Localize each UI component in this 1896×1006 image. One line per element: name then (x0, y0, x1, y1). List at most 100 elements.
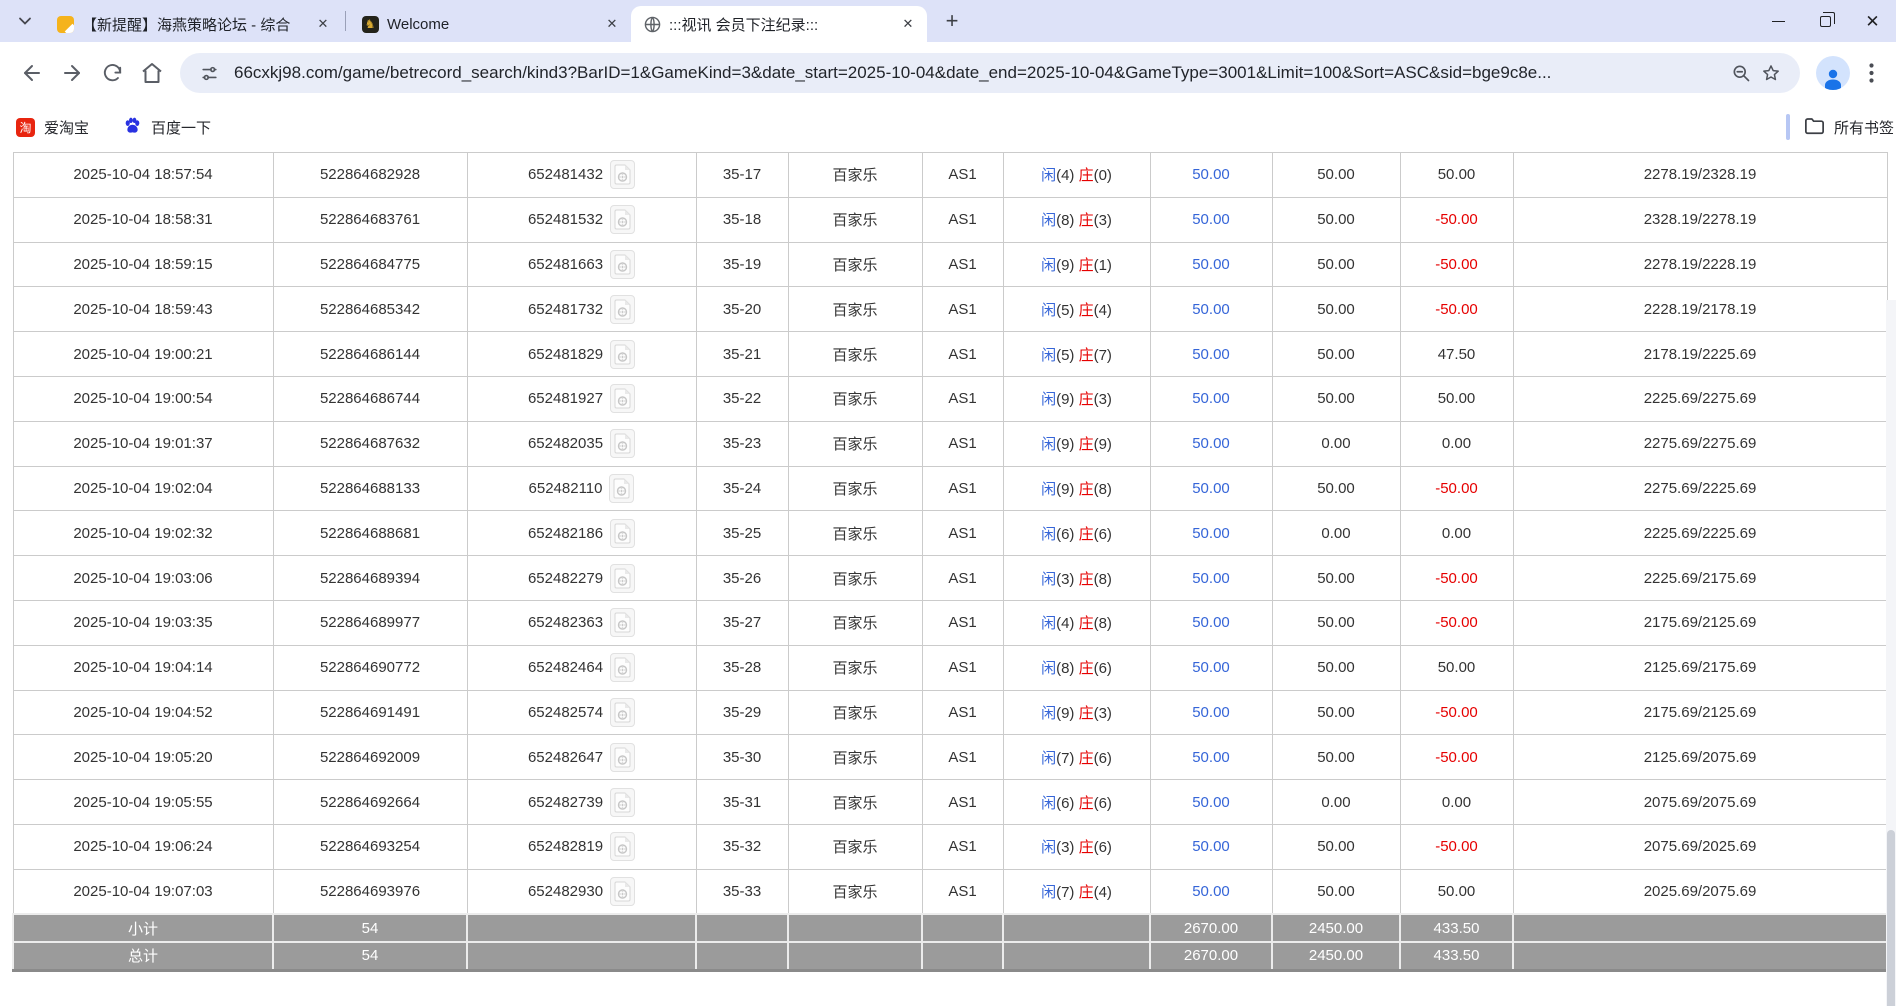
video-replay-icon[interactable] (610, 429, 635, 458)
cell-bet-amount[interactable]: 50.00 (1150, 466, 1272, 511)
bookmark-baidu[interactable]: 百度一下 (123, 116, 211, 139)
cell-bet-amount[interactable]: 50.00 (1150, 600, 1272, 645)
url-text[interactable]: 66cxkj98.com/game/betrecord_search/kind3… (234, 63, 1716, 83)
cell-bet-amount[interactable]: 50.00 (1150, 197, 1272, 242)
new-tab-plus-icon[interactable]: + (937, 6, 967, 36)
cell-bet-amount[interactable]: 50.00 (1150, 332, 1272, 377)
cell-bet-amount[interactable]: 50.00 (1150, 645, 1272, 690)
zoom-out-icon[interactable] (1726, 58, 1756, 88)
video-replay-icon[interactable] (610, 340, 635, 369)
cell-table-round: 35-29 (696, 690, 788, 735)
video-replay-icon[interactable] (610, 384, 635, 413)
cell-bet-time: 2025-10-04 18:58:31 (13, 197, 273, 242)
all-bookmarks[interactable]: 所有书签 (1786, 104, 1894, 150)
bookmark-taobao[interactable]: 淘 爱淘宝 (16, 117, 89, 138)
video-replay-icon[interactable] (610, 608, 635, 637)
tab-welcome[interactable]: ♞ Welcome ✕ (349, 6, 631, 42)
cell-bet-amount[interactable]: 50.00 (1150, 690, 1272, 735)
cell-bet-amount[interactable]: 50.00 (1150, 780, 1272, 825)
scrollbar-thumb[interactable] (1887, 830, 1895, 1006)
tab-forum[interactable]: 【新提醒】海燕策略论坛 - 综合 ✕ (44, 6, 342, 42)
cell-account: AS1 (922, 153, 1003, 198)
video-replay-icon[interactable] (609, 474, 634, 503)
video-replay-icon[interactable] (610, 653, 635, 682)
cell-game-type: 百家乐 (788, 690, 922, 735)
cell-valid-amount: 50.00 (1272, 197, 1400, 242)
video-replay-icon[interactable] (610, 160, 635, 189)
video-replay-icon[interactable] (610, 788, 635, 817)
cell-win-loss: -50.00 (1400, 287, 1513, 332)
window-controls: ✕ (1755, 0, 1896, 42)
cell-round-id: 652482035 (467, 421, 696, 466)
cell-bet-amount[interactable]: 50.00 (1150, 242, 1272, 287)
cell-bet-detail: 闲(6) 庄(6) (1003, 511, 1150, 556)
video-replay-icon[interactable] (610, 295, 635, 324)
maximize-restore-icon[interactable] (1802, 0, 1849, 42)
video-replay-icon[interactable] (610, 877, 635, 906)
cell-win-loss: -50.00 (1400, 824, 1513, 869)
table-row: 2025-10-04 19:00:54522864686744652481927… (13, 376, 1887, 421)
cell-bet-amount[interactable]: 50.00 (1150, 824, 1272, 869)
window-close-icon[interactable]: ✕ (1849, 0, 1896, 42)
video-replay-icon[interactable] (610, 519, 635, 548)
video-replay-icon[interactable] (610, 564, 635, 593)
cell-bet-amount[interactable]: 50.00 (1150, 869, 1272, 914)
cell-valid-amount: 50.00 (1272, 376, 1400, 421)
site-info-tune-icon[interactable] (194, 58, 224, 88)
menu-dots-icon[interactable] (1858, 56, 1884, 90)
cell-bet-detail: 闲(5) 庄(7) (1003, 332, 1150, 377)
cell-table-round: 35-31 (696, 780, 788, 825)
close-icon[interactable]: ✕ (312, 13, 334, 35)
cell-summary-empty (788, 914, 922, 942)
close-icon[interactable]: ✕ (601, 13, 623, 35)
cell-bet-amount[interactable]: 50.00 (1150, 421, 1272, 466)
cell-bet-detail: 闲(3) 庄(6) (1003, 824, 1150, 869)
page-scrollbar[interactable] (1886, 300, 1896, 1006)
baidu-paw-icon (123, 116, 142, 139)
cell-summary-label: 小计 (13, 914, 273, 942)
tab-bet-records-active[interactable]: :::视讯 会员下注纪录::: ✕ (631, 6, 927, 42)
cell-bet-detail: 闲(8) 庄(3) (1003, 197, 1150, 242)
video-replay-icon[interactable] (610, 832, 635, 861)
video-replay-icon[interactable] (610, 698, 635, 727)
cell-game-type: 百家乐 (788, 780, 922, 825)
cell-bet-id: 522864688133 (273, 466, 467, 511)
table-row: 2025-10-04 19:05:20522864692009652482647… (13, 735, 1887, 780)
cell-bet-amount[interactable]: 50.00 (1150, 376, 1272, 421)
cell-bet-time: 2025-10-04 19:00:21 (13, 332, 273, 377)
cell-bet-detail: 闲(7) 庄(6) (1003, 735, 1150, 780)
cell-valid-amount: 0.00 (1272, 511, 1400, 556)
minimize-icon[interactable] (1755, 0, 1802, 42)
profile-avatar-icon[interactable] (1816, 56, 1850, 90)
forward-icon[interactable] (55, 56, 89, 90)
video-replay-icon[interactable] (610, 743, 635, 772)
cell-bet-amount[interactable]: 50.00 (1150, 287, 1272, 332)
table-row: 2025-10-04 19:06:24522864693254652482819… (13, 824, 1887, 869)
cell-bet-amount[interactable]: 50.00 (1150, 556, 1272, 601)
cell-win-loss: 47.50 (1400, 332, 1513, 377)
cell-round-id: 652482930 (467, 869, 696, 914)
video-replay-icon[interactable] (610, 250, 635, 279)
page-content: 2025-10-04 18:57:54522864682928652481432… (0, 150, 1896, 1006)
close-icon[interactable]: ✕ (897, 13, 919, 35)
video-replay-icon[interactable] (610, 205, 635, 234)
cell-bet-detail: 闲(9) 庄(3) (1003, 376, 1150, 421)
cell-balance: 2275.69/2225.69 (1513, 466, 1887, 511)
cell-balance: 2125.69/2175.69 (1513, 645, 1887, 690)
bookmark-star-icon[interactable] (1756, 58, 1786, 88)
cell-bet-amount[interactable]: 50.00 (1150, 735, 1272, 780)
home-icon[interactable] (135, 56, 169, 90)
back-icon[interactable] (15, 56, 49, 90)
cell-valid-amount: 50.00 (1272, 824, 1400, 869)
cell-bet-id: 522864691491 (273, 690, 467, 735)
cell-bet-amount[interactable]: 50.00 (1150, 153, 1272, 198)
reload-icon[interactable] (95, 56, 129, 90)
cell-bet-amount[interactable]: 50.00 (1150, 511, 1272, 556)
tab-search-chevron-icon[interactable] (10, 6, 40, 36)
address-bar[interactable]: 66cxkj98.com/game/betrecord_search/kind3… (180, 53, 1800, 93)
total-row: 总计542670.002450.00433.50 (13, 942, 1887, 970)
cell-win-loss: 0.00 (1400, 511, 1513, 556)
cell-round-id: 652482186 (467, 511, 696, 556)
cell-summary-winloss: 433.50 (1400, 914, 1513, 942)
cell-round-id: 652481927 (467, 376, 696, 421)
